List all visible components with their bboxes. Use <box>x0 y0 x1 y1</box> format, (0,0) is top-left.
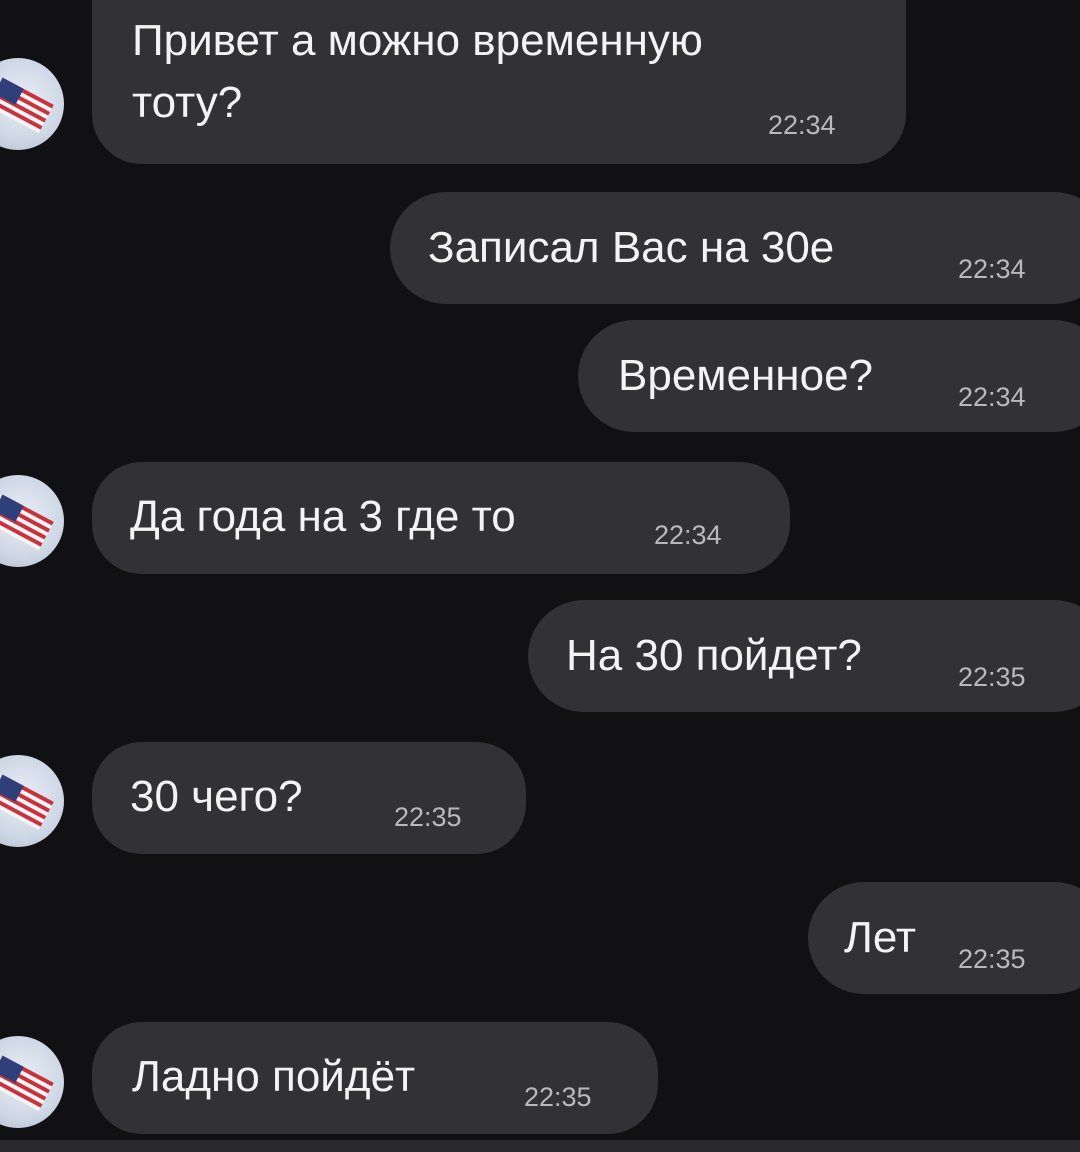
message-text: Ладно пойдёт <box>132 1052 416 1101</box>
message-bubble-outgoing[interactable]: Записал Вас на 30е 22:34 <box>390 192 1080 304</box>
message-text: Временное? <box>618 351 874 400</box>
contact-avatar[interactable] <box>0 58 64 150</box>
message-bubble-outgoing[interactable]: Временное? 22:34 <box>578 320 1080 432</box>
message-text: Привет а можно временную <box>132 16 703 65</box>
message-bubble-incoming[interactable]: Привет а можно временную тоту? 22:34 <box>92 0 906 164</box>
message-bubble-incoming[interactable]: 30 чего? 22:35 <box>92 742 526 854</box>
flag-avatar-icon <box>0 1055 54 1112</box>
flag-avatar-icon <box>0 774 54 831</box>
message-timestamp: 22:34 <box>768 110 836 140</box>
contact-avatar[interactable] <box>0 1036 64 1128</box>
message-bubble-incoming[interactable]: Ладно пойдёт 22:35 <box>92 1022 658 1134</box>
message-bubble-incoming[interactable]: Да года на 3 где то 22:34 <box>92 462 790 574</box>
flag-avatar-icon <box>0 77 54 134</box>
message-timestamp: 22:35 <box>958 944 1026 974</box>
message-text: На 30 пойдет? <box>566 631 862 680</box>
message-timestamp: 22:34 <box>958 254 1026 284</box>
message-text: Записал Вас на 30е <box>428 223 835 272</box>
message-timestamp: 22:35 <box>524 1082 592 1112</box>
message-timestamp: 22:34 <box>958 382 1026 412</box>
chat-history: Привет а можно временную тоту? 22:34 Зап… <box>0 0 1080 1140</box>
contact-avatar[interactable] <box>0 755 64 847</box>
message-text: Да года на 3 где то <box>130 492 516 541</box>
message-text: 30 чего? <box>130 772 303 821</box>
message-text: тоту? <box>132 78 243 127</box>
message-timestamp: 22:35 <box>394 802 462 832</box>
message-text: Лет <box>844 913 917 962</box>
bottom-edge <box>0 1140 1080 1152</box>
flag-avatar-icon <box>0 494 54 551</box>
message-timestamp: 22:34 <box>654 520 722 550</box>
message-bubble-outgoing[interactable]: На 30 пойдет? 22:35 <box>528 600 1080 712</box>
message-timestamp: 22:35 <box>958 662 1026 692</box>
contact-avatar[interactable] <box>0 475 64 567</box>
message-bubble-outgoing[interactable]: Лет 22:35 <box>808 882 1080 994</box>
